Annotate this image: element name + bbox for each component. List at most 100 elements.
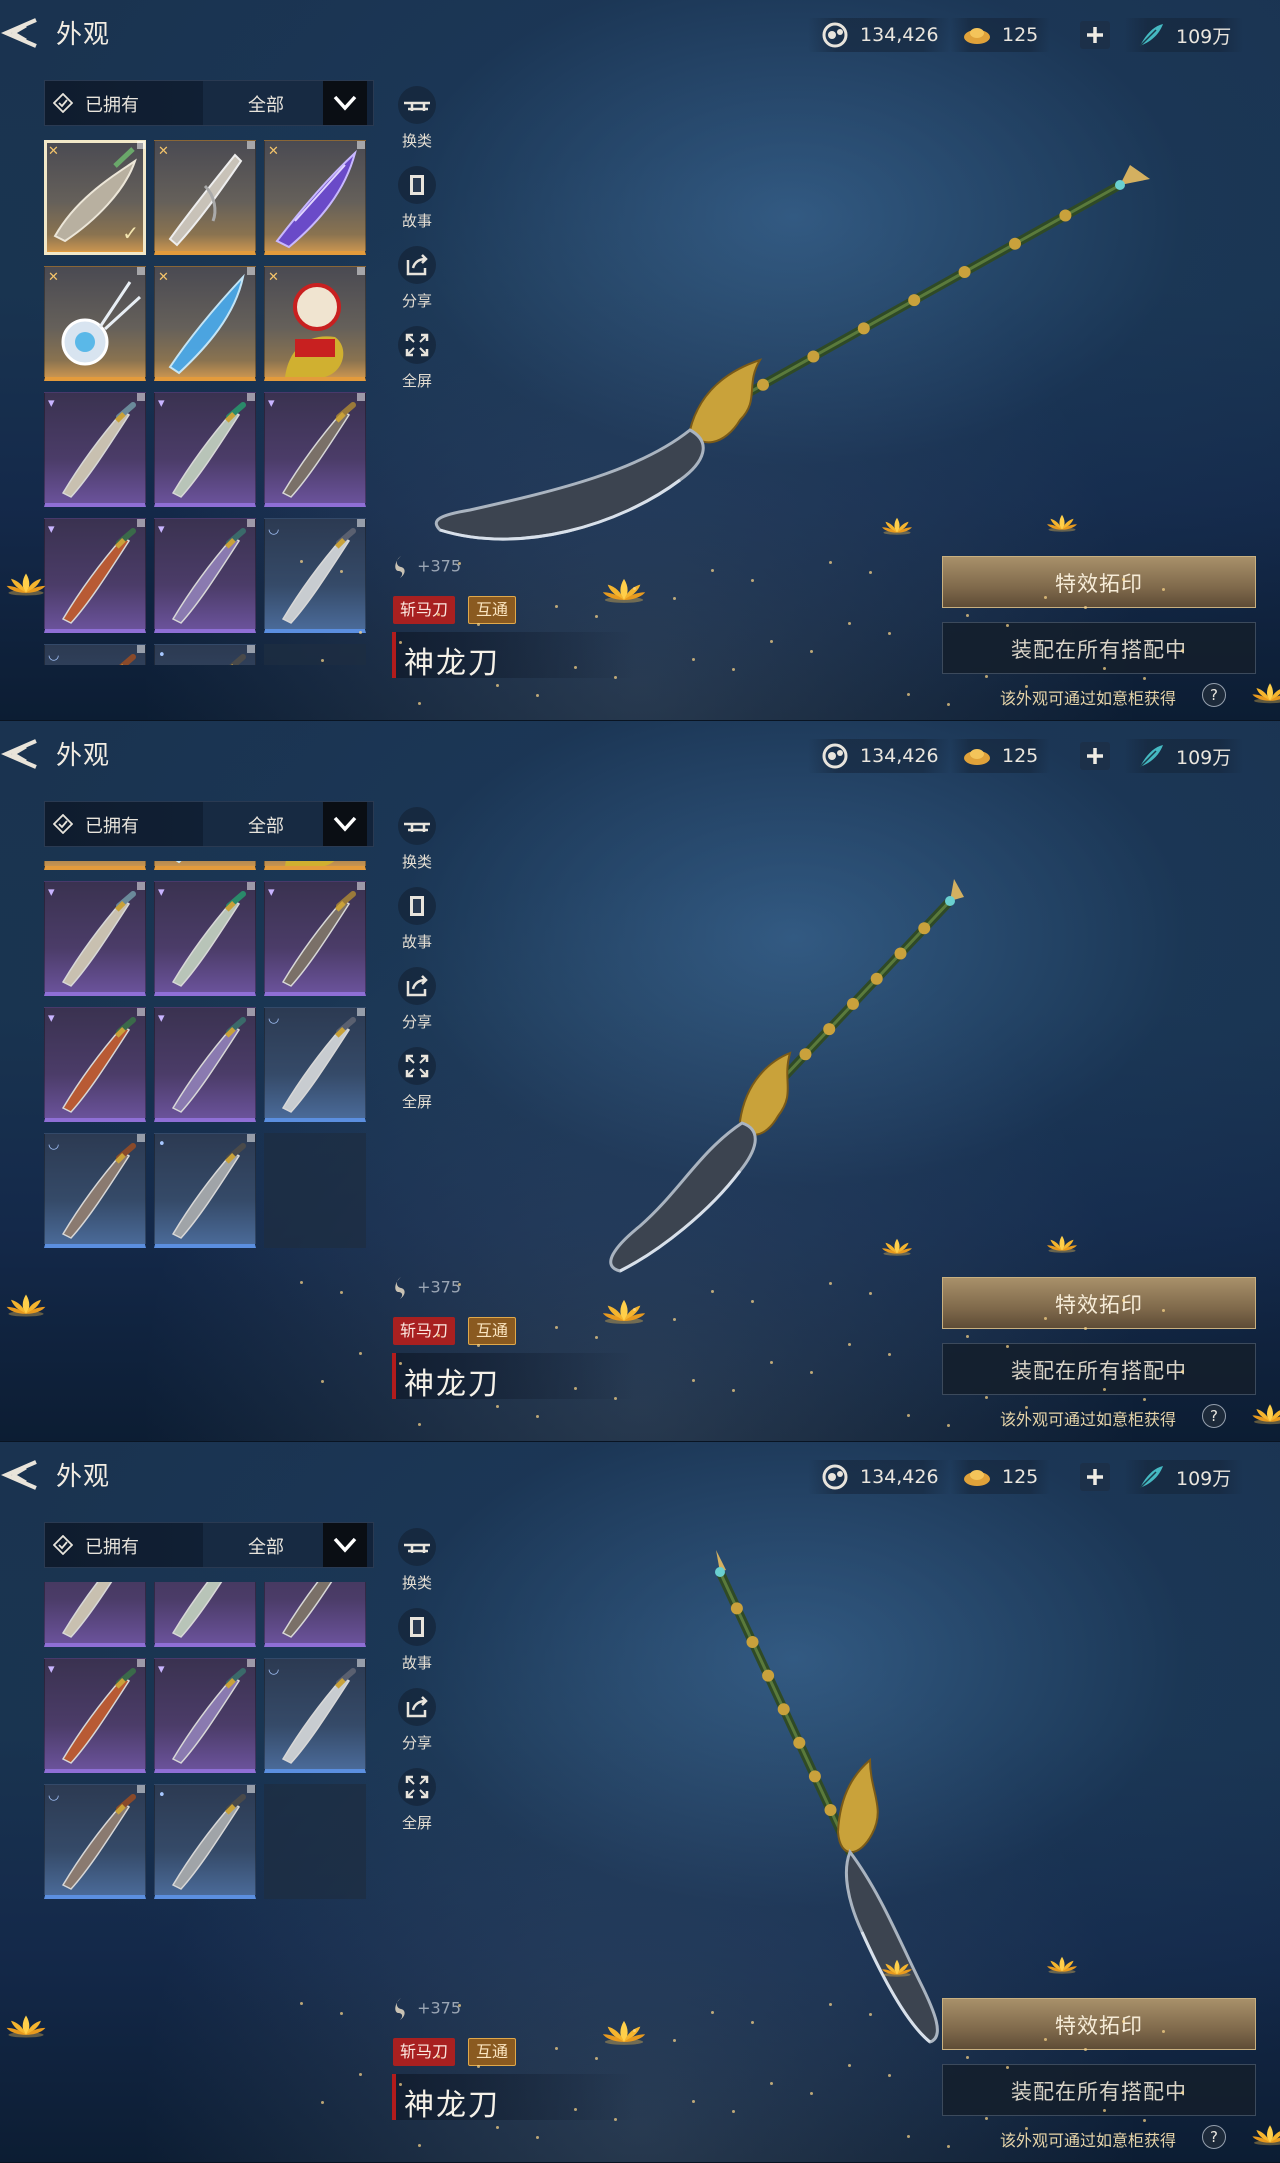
dropdown-toggle[interactable] (323, 1523, 367, 1567)
inventory-tile-saber-icon[interactable]: ✕ (154, 140, 256, 255)
inventory-tile[interactable]: ▾ (44, 881, 146, 996)
effect-imprint-button[interactable]: 特效拓印 (942, 1277, 1256, 1329)
share-action[interactable]: 分享 (394, 246, 440, 311)
water-sparkle (966, 2056, 969, 2059)
inventory-tile-lion-dance-icon[interactable]: ✕ (264, 266, 366, 381)
effect-imprint-button[interactable]: 特效拓印 (942, 1998, 1256, 2050)
fullscreen-action[interactable]: 全屏 (394, 326, 440, 391)
tile-corner-marker (357, 141, 365, 149)
story-action[interactable]: 故事 (394, 166, 440, 231)
inventory-tile[interactable]: ▾ (44, 518, 146, 633)
fullscreen-action[interactable]: 全屏 (394, 1768, 440, 1833)
book-icon[interactable] (398, 166, 436, 204)
inventory-tile[interactable]: ◡ (44, 1784, 146, 1899)
inventory-tile[interactable]: ◡ (264, 1658, 366, 1773)
book-icon[interactable] (398, 1608, 436, 1646)
inventory-tile[interactable]: ▾ (154, 518, 256, 633)
equip-all-button[interactable]: 装配在所有搭配中 (942, 2064, 1256, 2116)
inventory-tile[interactable]: ▾ (264, 392, 366, 507)
inventory-grid[interactable]: ✕✓✕✕✕✕✕ ▾ ▾ ▾ ▾ ▾ ◡ ◡ • (44, 1582, 374, 2107)
inventory-grid[interactable]: ✕✓✕✕✕✕✕ ▾ ▾ ▾ ▾ ▾ ◡ ◡ • (44, 861, 374, 1386)
inventory-tile[interactable]: • (154, 1133, 256, 1248)
water-sparkle (458, 1283, 461, 1286)
inventory-tile[interactable]: ▾ (44, 1582, 146, 1647)
inventory-tile[interactable]: ▾ (44, 1658, 146, 1773)
equip-all-button[interactable]: 装配在所有搭配中 (942, 622, 1256, 674)
inventory-tile[interactable]: ▾ (154, 1582, 256, 1647)
feather-amount: 109万 (1176, 1467, 1232, 1490)
fullscreen-icon[interactable] (398, 1768, 436, 1806)
water-sparkle (1181, 1370, 1184, 1373)
change-type-action[interactable]: 换类 (394, 807, 440, 872)
add-currency-plus-icon[interactable] (1078, 20, 1112, 50)
back-arrow-icon[interactable] (0, 16, 40, 50)
inventory-tile[interactable]: ▾ (44, 1007, 146, 1122)
owned-filter-label[interactable]: 已拥有 (85, 812, 139, 838)
inventory-tile[interactable]: ▾ (154, 1007, 256, 1122)
share-icon[interactable] (398, 967, 436, 1005)
effect-imprint-button[interactable]: 特效拓印 (942, 556, 1256, 608)
back-arrow-icon[interactable] (0, 1458, 40, 1492)
weapon-swap-icon[interactable] (398, 1528, 436, 1566)
story-action[interactable]: 故事 (394, 1608, 440, 1673)
inventory-tile[interactable]: ▾ (154, 881, 256, 996)
fullscreen-action[interactable]: 全屏 (394, 1047, 440, 1112)
add-currency-plus-icon[interactable] (1078, 741, 1112, 771)
share-action[interactable]: 分享 (394, 1688, 440, 1753)
inventory-tile-ice-blade-icon[interactable]: ✕ (154, 266, 256, 381)
owned-diamond-check-icon[interactable] (53, 1535, 73, 1555)
owned-filter-label[interactable]: 已拥有 (85, 1533, 139, 1559)
weapon-name: 神龙刀 (404, 646, 500, 681)
inventory-tile[interactable]: ◡ (264, 1007, 366, 1122)
weapon-swap-icon[interactable] (398, 86, 436, 124)
inventory-tile-crystal-blade-icon[interactable]: ✕ (264, 140, 366, 255)
help-question-icon[interactable]: ? (1202, 683, 1226, 707)
book-icon[interactable] (398, 887, 436, 925)
inventory-tile[interactable]: ▾ (154, 1658, 256, 1773)
dropdown-toggle[interactable] (323, 802, 367, 846)
inventory-tile[interactable]: ▾ (264, 881, 366, 996)
inventory-tile-ring-staff-icon[interactable]: ✕ (44, 266, 146, 381)
help-question-icon[interactable]: ? (1202, 1404, 1226, 1428)
change-type-action[interactable]: 换类 (394, 86, 440, 151)
share-icon[interactable] (398, 246, 436, 284)
inventory-tile[interactable]: ▾ (44, 392, 146, 507)
change-type-action[interactable]: 换类 (394, 1528, 440, 1593)
inventory-tile[interactable]: • (154, 644, 256, 665)
water-sparkle (1122, 1299, 1125, 1302)
floating-lotus-lantern (600, 575, 648, 608)
owned-diamond-check-icon[interactable] (53, 93, 73, 113)
help-question-icon[interactable]: ? (1202, 2125, 1226, 2149)
owned-filter-label[interactable]: 已拥有 (85, 91, 139, 117)
fullscreen-icon[interactable] (398, 1047, 436, 1085)
inventory-tile[interactable]: ▾ (264, 1582, 366, 1647)
tile-corner-marker (137, 267, 145, 275)
inventory-tile[interactable]: ◡ (44, 644, 146, 665)
back-arrow-icon[interactable] (0, 737, 40, 771)
inventory-tile-lion-dance-icon[interactable]: ✕ (264, 861, 366, 870)
water-sparkle (848, 622, 851, 625)
share-icon[interactable] (398, 1688, 436, 1726)
story-action[interactable]: 故事 (394, 887, 440, 952)
category-dropdown[interactable]: 全部 (203, 802, 367, 846)
inventory-tile[interactable]: ◡ (44, 1133, 146, 1248)
inventory-tile-ring-staff-icon[interactable]: ✕ (44, 861, 146, 870)
fullscreen-icon[interactable] (398, 326, 436, 364)
water-sparkle (1181, 2091, 1184, 2094)
category-dropdown[interactable]: 全部 (203, 1523, 367, 1567)
inventory-grid[interactable]: ✕✓✕✕✕✕✕ ▾ ▾ ▾ ▾ ▾ ◡ ◡ • (44, 140, 374, 665)
share-action[interactable]: 分享 (394, 967, 440, 1032)
weapon-swap-icon[interactable] (398, 807, 436, 845)
equip-all-button[interactable]: 装配在所有搭配中 (942, 1343, 1256, 1395)
inventory-tile[interactable]: ◡ (264, 518, 366, 633)
dropdown-toggle[interactable] (323, 81, 367, 125)
inventory-tile[interactable]: • (154, 1784, 256, 1899)
tile-corner-marker (247, 267, 255, 275)
add-currency-plus-icon[interactable] (1078, 1462, 1112, 1492)
owned-diamond-check-icon[interactable] (53, 814, 73, 834)
feather-icon (1139, 745, 1163, 768)
inventory-tile[interactable]: ▾ (154, 392, 256, 507)
inventory-tile-ice-blade-icon[interactable]: ✕ (154, 861, 256, 870)
category-dropdown[interactable]: 全部 (203, 81, 367, 125)
inventory-tile-crossed-swords-icon[interactable]: ✕ ✓ (44, 140, 146, 255)
